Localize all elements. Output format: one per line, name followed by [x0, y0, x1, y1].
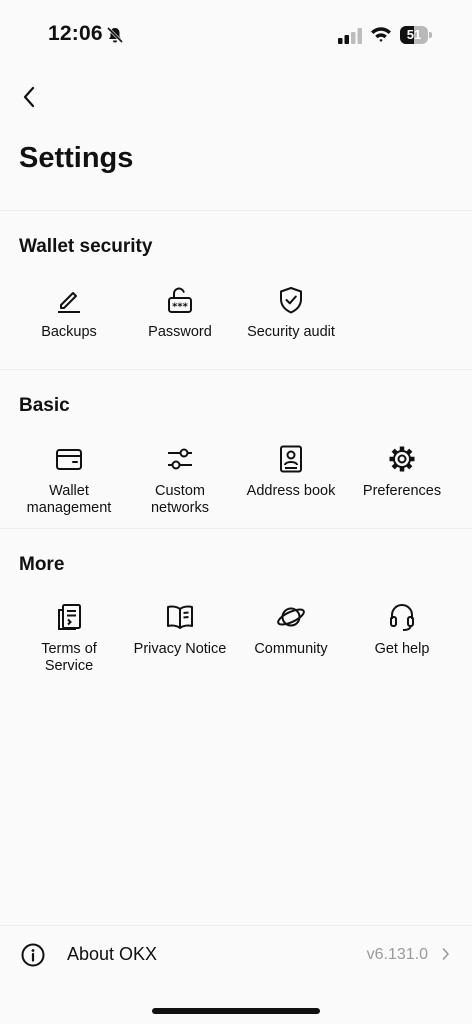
unlocked-padlock-icon: ***	[168, 287, 192, 313]
document-icon	[58, 604, 81, 630]
password-label: Password	[148, 324, 212, 340]
terms-of-service-button[interactable]: Terms of Service	[14, 602, 124, 675]
divider	[0, 210, 472, 211]
battery-indicator: 51	[400, 26, 432, 44]
get-help-label: Get help	[374, 641, 430, 657]
pen-icon	[58, 292, 80, 313]
wifi-icon	[371, 27, 391, 42]
wallet-management-button[interactable]: Wallet management	[14, 444, 124, 517]
page-title: Settings	[19, 142, 134, 174]
backups-label: Backups	[41, 324, 97, 340]
section-title-basic: Basic	[19, 395, 70, 416]
community-button[interactable]: Community	[236, 602, 346, 658]
section-title-wallet-security: Wallet security	[19, 236, 153, 257]
address-book-label: Address book	[246, 483, 336, 499]
headset-icon	[390, 604, 414, 631]
open-book-icon	[167, 605, 193, 629]
wallet-icon	[56, 449, 82, 470]
wallet-management-label: Wallet management	[26, 483, 112, 516]
backups-button[interactable]: Backups	[14, 285, 124, 341]
info-icon	[21, 943, 45, 967]
divider	[0, 528, 472, 529]
custom-networks-label: Custom networks	[150, 483, 210, 516]
terms-of-service-label: Terms of Service	[41, 641, 97, 674]
divider	[0, 369, 472, 370]
password-button[interactable]: *** Password	[125, 285, 235, 341]
security-audit-button[interactable]: Security audit	[236, 285, 346, 341]
security-audit-label: Security audit	[247, 324, 335, 340]
section-title-more: More	[19, 554, 65, 575]
preferences-button[interactable]: Preferences	[347, 444, 457, 500]
svg-text:***: ***	[172, 302, 188, 313]
status-time: 12:06	[48, 22, 103, 45]
sliders-icon	[168, 448, 192, 470]
custom-networks-button[interactable]: Custom networks	[125, 444, 235, 517]
shield-check-icon	[280, 287, 302, 314]
chevron-left-icon	[23, 86, 35, 108]
battery-percent: 51	[406, 27, 422, 42]
privacy-notice-label: Privacy Notice	[133, 641, 227, 657]
address-book-button[interactable]: Address book	[236, 444, 346, 500]
status-bar: 12:06 51	[0, 0, 472, 70]
community-label: Community	[254, 641, 328, 657]
privacy-notice-button[interactable]: Privacy Notice	[125, 602, 235, 658]
address-book-icon	[280, 445, 302, 473]
chevron-right-icon	[442, 948, 449, 960]
app-version: v6.131.0	[366, 946, 428, 963]
back-button[interactable]	[14, 82, 44, 112]
bell-slash-icon	[106, 26, 124, 44]
cellular-signal-icon	[338, 28, 362, 44]
get-help-button[interactable]: Get help	[347, 602, 457, 658]
about-okx-row[interactable]: About OKX v6.131.0	[0, 926, 472, 984]
preferences-label: Preferences	[362, 483, 442, 499]
home-indicator	[152, 1008, 320, 1014]
gear-icon	[389, 446, 415, 472]
planet-icon	[277, 607, 305, 627]
about-okx-label: About OKX	[67, 944, 158, 964]
